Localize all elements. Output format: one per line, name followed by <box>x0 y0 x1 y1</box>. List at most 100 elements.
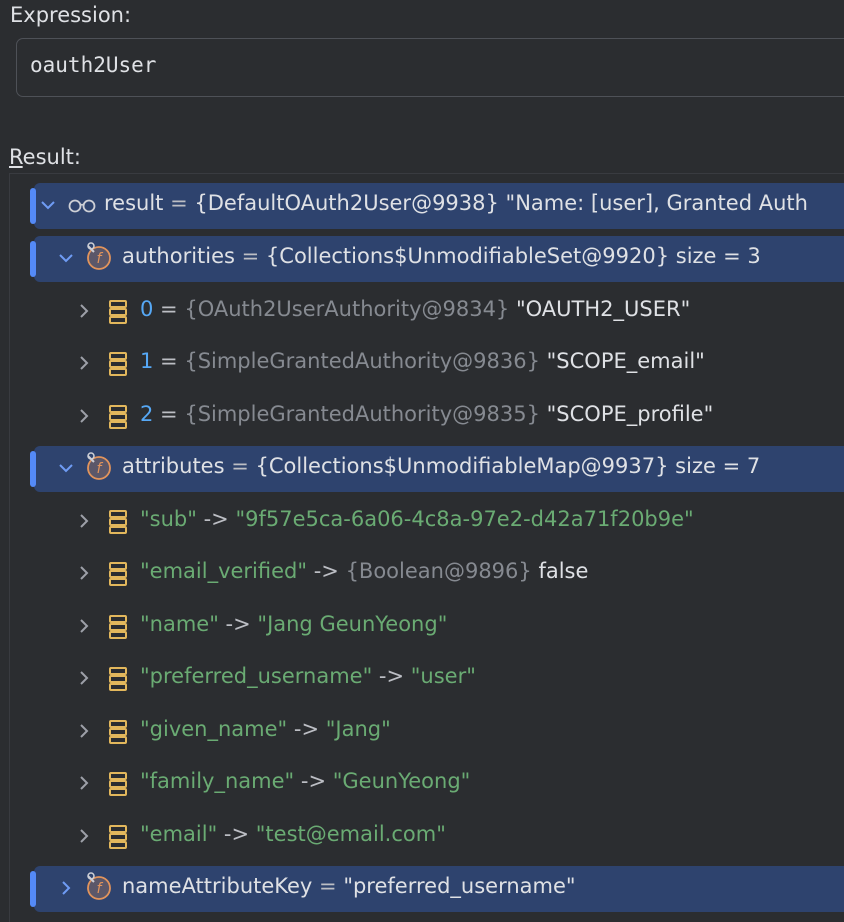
map-entry-icon <box>109 720 127 744</box>
chevron-right-icon[interactable] <box>74 824 94 848</box>
field-icon: f <box>87 872 111 900</box>
chevron-right-icon[interactable] <box>74 299 94 323</box>
element-type: {SimpleGrantedAuthority@9836} <box>184 349 540 373</box>
map-entry-icon <box>109 825 127 849</box>
chevron-right-icon[interactable] <box>74 614 94 638</box>
map-entry-icon <box>109 667 127 691</box>
element-type: {OAuth2UserAuthority@9834} <box>184 297 510 321</box>
tree-row-authority-0[interactable]: 0 = {OAuth2UserAuthority@9834} "OAUTH2_U… <box>10 289 844 335</box>
field-icon: f <box>87 242 111 270</box>
tree-row-authority-1[interactable]: 1 = {SimpleGrantedAuthority@9836} "SCOPE… <box>10 341 844 387</box>
element-index: 2 <box>140 402 154 426</box>
tree-row-name-attribute-key[interactable]: f nameAttributeKey = "preferred_username… <box>30 866 844 912</box>
arrow: -> <box>196 507 236 531</box>
result-value: "Name: [user], Granted Auth <box>498 191 808 215</box>
equals-sign: = <box>163 191 195 215</box>
expression-input[interactable] <box>30 53 830 77</box>
tree-row-attribute-family-name[interactable]: "family_name" -> "GeunYeong" <box>10 761 844 807</box>
equals-sign: = <box>153 349 185 373</box>
field-name: nameAttributeKey <box>122 874 313 898</box>
tree-row-attributes[interactable]: f attributes = {Collections$Unmodifiable… <box>30 446 844 492</box>
element-index: 1 <box>140 349 154 373</box>
entry-value: "Jang" <box>325 717 391 741</box>
focus-indicator <box>30 188 36 224</box>
arrow: -> <box>217 822 256 846</box>
arrow: -> <box>287 717 326 741</box>
element-type: {SimpleGrantedAuthority@9835} <box>184 402 540 426</box>
tree-row-attribute-name[interactable]: "name" -> "Jang GeunYeong" <box>10 604 844 650</box>
result-name: result <box>104 191 164 215</box>
chevron-right-icon[interactable] <box>74 509 94 533</box>
tree-row-attribute-preferred-username[interactable]: "preferred_username" -> "user" <box>10 656 844 702</box>
map-entry-icon <box>109 615 127 639</box>
focus-indicator <box>30 451 36 487</box>
entry-value: "test@email.com" <box>255 822 446 846</box>
chevron-right-icon[interactable] <box>74 404 94 428</box>
field-size: size = 3 <box>669 244 761 268</box>
chevron-down-icon[interactable] <box>56 456 76 480</box>
result-type: {DefaultOAuth2User@9938} <box>194 191 499 215</box>
element-value: "SCOPE_profile" <box>539 402 714 426</box>
field-icon: f <box>87 452 111 480</box>
element-value: "SCOPE_email" <box>539 349 705 373</box>
equals-sign: = <box>312 874 344 898</box>
arrow: -> <box>294 769 333 793</box>
result-label: Result: <box>9 145 81 169</box>
element-value: "OAUTH2_USER" <box>509 297 691 321</box>
arrow: -> <box>218 612 258 636</box>
chevron-down-icon[interactable] <box>56 246 76 270</box>
tree-row-attribute-email-verified[interactable]: "email_verified" -> {Boolean@9896} false <box>10 551 844 597</box>
field-type: {Collections$UnmodifiableMap@9937} <box>255 454 669 478</box>
entry-key: "preferred_username" <box>140 664 373 688</box>
field-type: {Collections$UnmodifiableSet@9920} <box>265 244 670 268</box>
expression-label: Expression: <box>10 3 132 27</box>
entry-value: "9f57e5ca-6a06-4c8a-97e2-d42a71f20b9e" <box>235 507 694 531</box>
arrow: -> <box>307 559 346 583</box>
focus-indicator <box>30 241 36 277</box>
entry-value: "Jang GeunYeong" <box>257 612 448 636</box>
equals-sign: = <box>224 454 256 478</box>
chevron-right-icon[interactable] <box>56 876 76 900</box>
map-entry-icon <box>109 562 127 586</box>
arrow: -> <box>372 664 411 688</box>
field-name: authorities <box>122 244 235 268</box>
element-index: 0 <box>140 297 154 321</box>
chevron-right-icon[interactable] <box>74 351 94 375</box>
equals-sign: = <box>234 244 266 268</box>
entry-value: "user" <box>410 664 476 688</box>
chevron-right-icon[interactable] <box>74 561 94 585</box>
field-size: size = 7 <box>668 454 761 478</box>
equals-sign: = <box>153 297 185 321</box>
array-element-icon <box>109 352 127 376</box>
tree-row-attribute-sub[interactable]: "sub" -> "9f57e5ca-6a06-4c8a-97e2-d42a71… <box>10 499 844 545</box>
entry-key: "sub" <box>140 507 197 531</box>
result-tree[interactable]: result = {DefaultOAuth2User@9938} "Name:… <box>9 173 844 922</box>
field-name: attributes <box>122 454 225 478</box>
expression-field-container[interactable] <box>16 38 844 97</box>
map-entry-icon <box>109 510 127 534</box>
entry-key: "given_name" <box>140 717 288 741</box>
field-value: "preferred_username" <box>343 874 576 898</box>
tree-row-result[interactable]: result = {DefaultOAuth2User@9938} "Name:… <box>30 183 844 229</box>
focus-indicator <box>30 871 36 907</box>
entry-value: "GeunYeong" <box>332 769 471 793</box>
entry-key: "family_name" <box>140 769 295 793</box>
chevron-down-icon[interactable] <box>38 193 58 217</box>
map-entry-icon <box>109 772 127 796</box>
tree-row-attribute-email[interactable]: "email" -> "test@email.com" <box>10 814 844 860</box>
chevron-right-icon[interactable] <box>74 666 94 690</box>
glasses-icon <box>68 199 96 213</box>
array-element-icon <box>109 405 127 429</box>
entry-value: false <box>531 559 589 583</box>
entry-type: {Boolean@9896} <box>345 559 532 583</box>
tree-row-authorities[interactable]: f authorities = {Collections$Unmodifiabl… <box>30 236 844 282</box>
tree-row-attribute-given-name[interactable]: "given_name" -> "Jang" <box>10 709 844 755</box>
tree-row-authority-2[interactable]: 2 = {SimpleGrantedAuthority@9835} "SCOPE… <box>10 394 844 440</box>
entry-key: "email_verified" <box>140 559 308 583</box>
entry-key: "email" <box>140 822 218 846</box>
entry-key: "name" <box>140 612 219 636</box>
array-element-icon <box>109 300 127 324</box>
equals-sign: = <box>153 402 185 426</box>
chevron-right-icon[interactable] <box>74 719 94 743</box>
chevron-right-icon[interactable] <box>74 771 94 795</box>
